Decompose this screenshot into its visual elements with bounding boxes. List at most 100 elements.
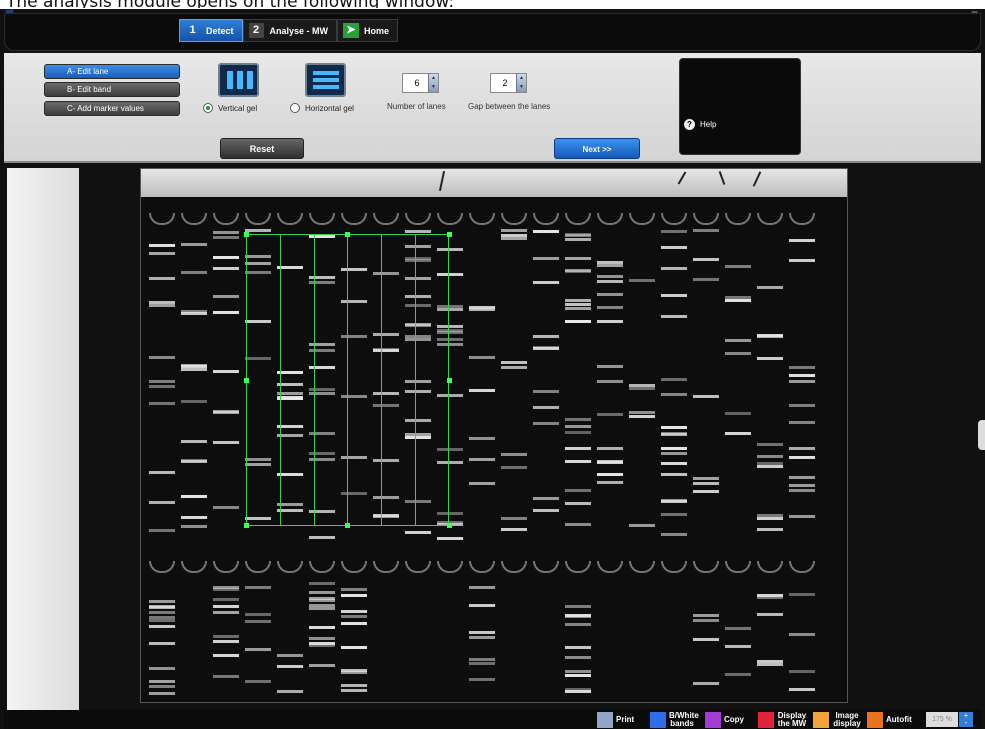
gel-lane	[405, 229, 431, 549]
lane-divider[interactable]	[314, 234, 315, 526]
gel-image[interactable]	[140, 168, 848, 703]
tool-label: B/White bands	[669, 711, 699, 728]
gel-band	[245, 255, 271, 258]
resize-handle[interactable]	[345, 523, 350, 528]
gel-band	[405, 380, 431, 383]
gel-band	[245, 262, 271, 265]
gel-band	[501, 237, 527, 240]
printer-icon	[597, 712, 613, 728]
lane-divider[interactable]	[280, 234, 281, 526]
gel-band	[309, 664, 335, 667]
gel-lane	[757, 229, 783, 549]
gel-band	[149, 625, 175, 628]
vertical-gel-icon[interactable]	[218, 63, 259, 97]
image-display-button[interactable]: Image display	[813, 711, 862, 729]
autofit-button[interactable]: Autofit	[867, 711, 912, 729]
add-marker-values-button[interactable]: C- Add marker values	[44, 101, 180, 116]
gel-band	[405, 259, 431, 262]
gel-band	[341, 689, 367, 692]
gel-band	[213, 605, 239, 608]
resize-handle[interactable]	[447, 378, 452, 383]
gel-band	[565, 233, 591, 236]
spin-arrows-icon[interactable]: ▲ ▼	[516, 74, 526, 92]
gel-band	[309, 392, 335, 395]
gel-lane	[501, 229, 527, 549]
gel-band	[725, 627, 751, 630]
resize-handle[interactable]	[244, 232, 249, 237]
gel-band	[149, 606, 175, 609]
vertical-gel-radio[interactable]: Vertical gel	[203, 103, 257, 113]
gel-band	[309, 607, 335, 610]
gel-band	[213, 236, 239, 239]
zoom-stepper-icon[interactable]: + -	[959, 712, 973, 727]
gel-band	[213, 675, 239, 678]
number-of-lanes-stepper[interactable]: 6 ▲ ▼	[402, 73, 439, 93]
horizontal-gel-icon[interactable]	[305, 63, 346, 97]
gel-band	[469, 586, 495, 589]
resize-handle[interactable]	[244, 523, 249, 528]
spin-arrows-icon[interactable]: ▲ ▼	[428, 74, 438, 92]
edit-band-button[interactable]: B- Edit band	[44, 82, 180, 97]
gel-lane	[277, 579, 303, 699]
gel-band	[341, 684, 367, 687]
gel-lane	[149, 579, 175, 699]
top-wells	[149, 213, 815, 225]
tab-home[interactable]: ➤ Home	[337, 19, 399, 42]
resize-handle[interactable]	[244, 378, 249, 383]
gel-lane	[469, 579, 495, 699]
resize-handle[interactable]	[447, 232, 452, 237]
gel-lane	[693, 229, 719, 549]
step-number: 1	[189, 24, 196, 36]
gel-band	[437, 394, 463, 397]
edit-lane-button[interactable]: A- Edit lane	[44, 64, 180, 79]
tab-detect[interactable]: 1 Detect	[179, 19, 243, 42]
gel-band	[309, 604, 335, 607]
gel-band	[597, 447, 623, 450]
help-button[interactable]: ? Help	[684, 119, 716, 130]
gel-band	[469, 482, 495, 485]
gel-band	[789, 688, 815, 691]
copy-button[interactable]: Copy	[705, 711, 744, 729]
gel-band	[405, 531, 431, 534]
gel-band	[437, 448, 463, 451]
lane-divider[interactable]	[415, 234, 416, 526]
gel-band	[725, 265, 751, 268]
step-tabs: 1 Detect 2 Analyse - MW ➤ Home	[179, 19, 399, 42]
gel-band	[309, 626, 335, 629]
gel-lane	[757, 579, 783, 699]
display-mw-button[interactable]: Display the MW	[758, 711, 807, 729]
gel-band	[533, 281, 559, 284]
gel-band	[341, 669, 367, 672]
tab-analyse-mw[interactable]: 2 Analyse - MW	[242, 19, 338, 42]
gel-band	[565, 299, 591, 302]
help-label: Help	[700, 120, 717, 129]
resize-handle[interactable]	[447, 523, 452, 528]
copy-icon	[705, 712, 721, 728]
lane-divider[interactable]	[381, 234, 382, 526]
gel-band	[405, 500, 431, 503]
print-button[interactable]: Print	[597, 711, 634, 729]
next-button[interactable]: Next >>	[554, 138, 640, 159]
gel-band	[565, 489, 591, 492]
bw-bands-button[interactable]: B/White bands	[650, 711, 699, 729]
lane-gap-stepper[interactable]: 2 ▲ ▼	[490, 73, 527, 93]
gel-band	[629, 384, 655, 387]
gel-band	[661, 378, 687, 381]
gel-lane	[533, 579, 559, 699]
gel-band	[309, 281, 335, 284]
gel-band	[245, 271, 271, 274]
gel-band	[757, 443, 783, 446]
gel-band	[565, 623, 591, 626]
resize-handle[interactable]	[345, 232, 350, 237]
reset-button[interactable]: Reset	[220, 138, 304, 159]
side-collapse-tab[interactable]	[978, 420, 985, 450]
zoom-level[interactable]: 175 %	[926, 712, 958, 727]
gel-band	[565, 257, 591, 260]
gel-band	[149, 304, 175, 307]
gel-band	[213, 586, 239, 589]
gel-band	[565, 688, 591, 691]
gel-band	[789, 670, 815, 673]
gel-lane	[373, 229, 399, 549]
lane-divider[interactable]	[347, 234, 348, 526]
horizontal-gel-radio[interactable]: Horizontal gel	[290, 103, 354, 113]
